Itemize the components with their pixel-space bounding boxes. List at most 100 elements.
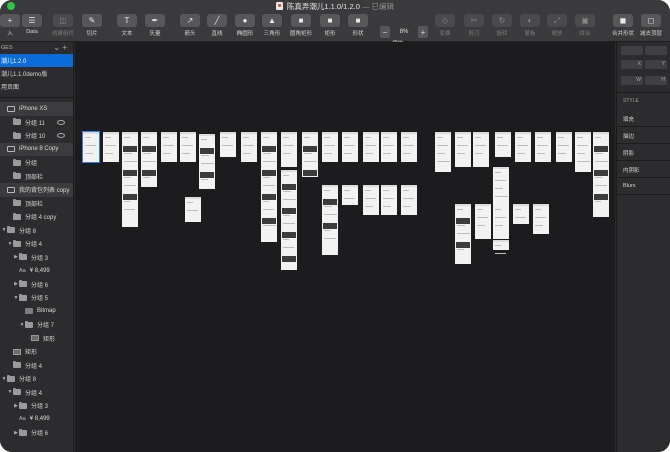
artboard-thumbnail[interactable]	[185, 197, 201, 222]
zoom-control[interactable]: − 8% +	[380, 26, 428, 38]
artboard-thumbnail[interactable]	[220, 132, 236, 157]
layer-item[interactable]: ▼ 分组 8	[0, 224, 73, 238]
flatten-icon[interactable]: ▣	[575, 14, 595, 27]
artboard-thumbnail[interactable]	[515, 132, 531, 162]
layer-item[interactable]: ▶ 分组 6	[0, 426, 73, 440]
toolbar-item-create-symbol[interactable]: ◫ 创建组件	[52, 14, 74, 37]
toolbar-item-line[interactable]: ╱ 直线	[207, 14, 227, 37]
layer-item[interactable]: 矩形	[0, 332, 73, 346]
artboard-thumbnail[interactable]	[455, 132, 471, 167]
toolbar-item-rotate[interactable]: ↻ 旋转	[492, 14, 512, 37]
artboard-thumbnail[interactable]	[199, 134, 215, 189]
toolbar-item-mask[interactable]: ◐ 蒙板	[520, 14, 540, 37]
layer-item[interactable]: ▶ 分组 3	[0, 251, 73, 265]
artboard-thumbnail[interactable]	[103, 132, 119, 162]
rotate-icon[interactable]: ↻	[492, 14, 512, 27]
height-field[interactable]: H	[645, 76, 667, 85]
layer-item[interactable]: Aa ¥ 8,499	[0, 413, 73, 427]
artboard-thumbnail[interactable]	[241, 132, 257, 162]
toolbar-item-triangle[interactable]: ▲ 三角形	[262, 14, 282, 37]
layer-item[interactable]: 分组 10	[0, 129, 73, 143]
subtract-icon[interactable]: ◻	[641, 14, 661, 27]
artboard-thumbnail[interactable]	[261, 132, 277, 242]
layer-item[interactable]: Aa ¥ 8,499	[0, 264, 73, 278]
artboard-thumbnail[interactable]	[493, 204, 509, 239]
slice-icon[interactable]: ✎	[82, 14, 102, 27]
page-item[interactable]: 用页面	[0, 80, 73, 93]
artboard-thumbnail[interactable]	[556, 132, 572, 162]
toolbar-item-text[interactable]: T 文本	[117, 14, 137, 37]
line-icon[interactable]: ╱	[207, 14, 227, 27]
x-field[interactable]	[621, 46, 643, 55]
window-zoom-button[interactable]	[7, 2, 15, 10]
artboard-thumbnail[interactable]	[493, 240, 509, 254]
layer-item[interactable]: 矩形	[0, 345, 73, 359]
y-field[interactable]	[645, 46, 667, 55]
page-item[interactable]: 潮儿1.1.0demo版	[0, 67, 73, 80]
artboard-thumbnail[interactable]	[322, 132, 338, 162]
rectangle-icon[interactable]: ■	[320, 14, 340, 27]
layer-item[interactable]: 顶部栏	[0, 170, 73, 184]
scale-icon[interactable]: ⤢	[547, 14, 567, 27]
toolbar-item-slice[interactable]: ✎ 切片	[82, 14, 102, 37]
toolbar-item-union[interactable]: ◼ 合并形状	[612, 14, 634, 37]
position-y-field[interactable]: Y	[645, 60, 667, 69]
artboard-thumbnail[interactable]	[342, 185, 358, 205]
artboard-thumbnail[interactable]	[122, 132, 138, 227]
artboard-thumbnail[interactable]	[401, 185, 417, 215]
arrow-icon[interactable]: ↗	[180, 14, 200, 27]
layer-item[interactable]: 顶部栏	[0, 197, 73, 211]
toolbar-item-insert[interactable]: + 入	[0, 14, 20, 37]
artboard-thumbnail[interactable]	[161, 132, 177, 162]
artboard-layer[interactable]: 我的背包列表 copy	[0, 183, 73, 197]
scissors-icon[interactable]: ✂	[464, 14, 484, 27]
layer-item[interactable]: 分组 11	[0, 116, 73, 130]
add-page-icon[interactable]: ⌄ +	[53, 43, 67, 52]
toolbar-item-shape[interactable]: ■ 形状	[348, 14, 368, 37]
layer-item[interactable]: 分组 4	[0, 359, 73, 373]
insert-icon[interactable]: +	[0, 14, 20, 27]
layer-item[interactable]: 分组	[0, 156, 73, 170]
shape-icon[interactable]: ■	[348, 14, 368, 27]
artboard-thumbnail[interactable]	[180, 132, 196, 162]
artboard-thumbnail[interactable]	[475, 204, 491, 239]
layer-item[interactable]: ▶ 分组 3	[0, 399, 73, 413]
toolbar-item-scale[interactable]: ⤢ 缩放	[547, 14, 567, 37]
artboard-thumbnail[interactable]	[401, 132, 417, 162]
artboard-thumbnail[interactable]	[322, 185, 338, 255]
artboard-layer[interactable]: iPhone XS	[0, 102, 73, 116]
artboard-thumbnail[interactable]	[513, 204, 529, 224]
layer-item[interactable]: ▶ 分组 6	[0, 278, 73, 292]
layer-item[interactable]: ▼ 分组 4	[0, 386, 73, 400]
artboard-layer[interactable]: iPhone 8 Copy	[0, 142, 73, 156]
layer-item[interactable]: ▼ 分组 7	[0, 318, 73, 332]
blurs-section[interactable]: Blurs	[623, 183, 636, 189]
fill-section[interactable]: 填充	[623, 115, 634, 123]
text-icon[interactable]: T	[117, 14, 137, 27]
artboard-thumbnail[interactable]	[281, 170, 297, 270]
data-icon[interactable]: ☰	[22, 14, 42, 27]
artboard-thumbnail[interactable]	[593, 132, 609, 217]
toolbar-item-flatten[interactable]: ▣ 拼合	[575, 14, 595, 37]
toolbar-item-vector[interactable]: ✒ 矢量	[145, 14, 165, 37]
artboard-thumbnail[interactable]	[381, 132, 397, 162]
layer-item[interactable]: 分组 4 copy	[0, 210, 73, 224]
toolbar-item-rounded-rect[interactable]: ■ 圆角矩形	[290, 14, 312, 37]
artboard-thumbnail[interactable]	[363, 132, 379, 162]
artboard-thumbnail[interactable]	[495, 132, 511, 157]
oval-icon[interactable]: ●	[235, 14, 255, 27]
zoom-out-button[interactable]: −	[380, 26, 390, 38]
artboard-thumbnail[interactable]	[381, 185, 397, 215]
visibility-icon[interactable]	[57, 119, 65, 125]
create-symbol-icon[interactable]: ◫	[53, 14, 73, 27]
rounded-rect-icon[interactable]: ■	[291, 14, 311, 27]
canvas[interactable]	[75, 42, 615, 452]
artboard-thumbnail[interactable]	[455, 204, 471, 264]
toolbar-item-data[interactable]: ☰ Data	[22, 14, 42, 35]
layer-item[interactable]: ▼ 分组 5	[0, 291, 73, 305]
vector-icon[interactable]: ✒	[145, 14, 165, 27]
toolbar-item-transform[interactable]: ◇ 变换	[435, 14, 455, 37]
artboard-thumbnail[interactable]	[363, 185, 379, 215]
artboard-thumbnail[interactable]	[302, 132, 318, 177]
artboard-thumbnail[interactable]	[575, 132, 591, 172]
